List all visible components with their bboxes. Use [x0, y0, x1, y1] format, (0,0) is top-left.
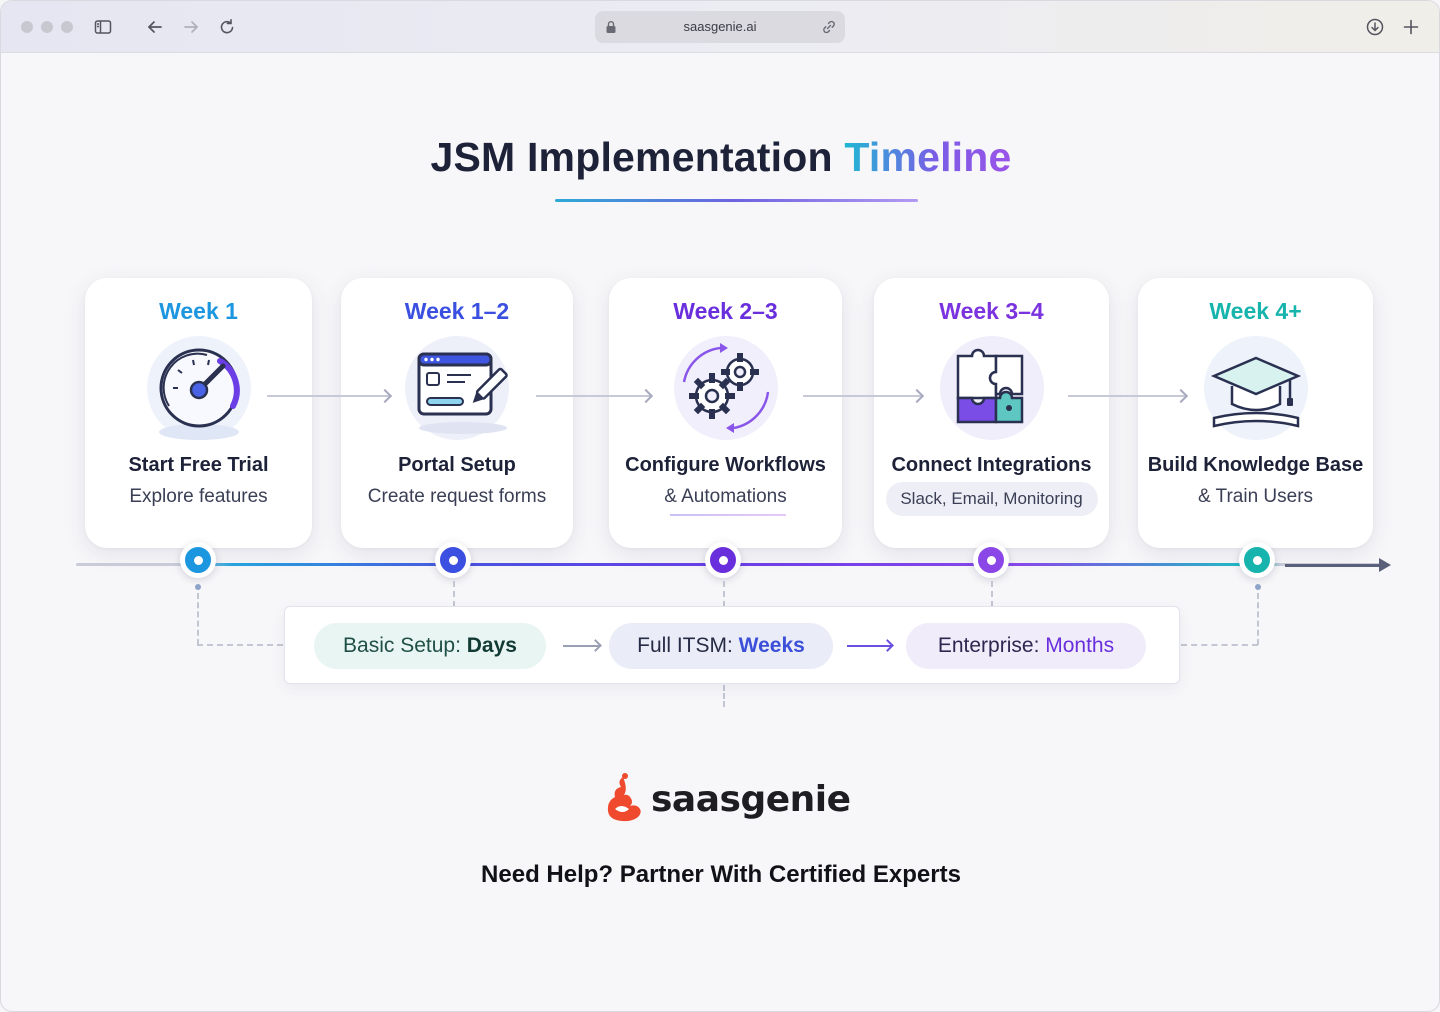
saasgenie-logo[interactable]: saasgenie — [601, 773, 851, 829]
implementation-duration-box: Basic Setup: Days Full ITSM: Weeks Enter… — [284, 606, 1180, 684]
step-subtext: Create request forms — [367, 486, 547, 507]
gears-icon — [670, 336, 782, 444]
link-icon[interactable] — [821, 19, 837, 35]
step-heading: Portal Setup — [398, 454, 516, 476]
step-card-week-4-plus: Week 4+ Build Knowledge Base & Train Use… — [1138, 278, 1373, 548]
brand-wordmark: saasgenie — [651, 779, 851, 820]
step-heading: Configure Workflows — [625, 454, 826, 476]
guide-line — [1181, 644, 1258, 646]
duration-value: Days — [466, 634, 517, 657]
duration-pill-enterprise: Enterprise: Months — [906, 623, 1146, 669]
duration-pill-full-itsm: Full ITSM: Weeks — [609, 623, 833, 669]
window-close-button[interactable] — [21, 21, 33, 33]
step-heading: Connect Integrations — [891, 454, 1092, 476]
guide-line — [723, 685, 725, 707]
step-week-label: Week 1 — [159, 298, 238, 324]
form-pencil-icon — [401, 336, 513, 444]
title-accent: Timeline — [844, 134, 1012, 180]
guide-line — [723, 581, 725, 607]
download-icon[interactable] — [1363, 15, 1387, 39]
guide-dot — [1255, 584, 1261, 590]
timeline-node-week-4-plus — [1239, 542, 1275, 578]
timeline-arrowhead — [1285, 558, 1391, 572]
browser-toolbar: saasgenie.ai — [1, 1, 1439, 53]
step-week-label: Week 3–4 — [939, 298, 1044, 324]
step-subtext: Explore features — [129, 486, 268, 507]
timeline-node-week-3-4 — [973, 542, 1009, 578]
step-week-label: Week 4+ — [1209, 298, 1302, 324]
cta-headline[interactable]: Need Help? Partner With Certified Expert… — [1, 861, 1439, 889]
step-card-week-1: Week 1 Start Free Trial Explore features — [85, 278, 312, 548]
duration-value: Weeks — [738, 634, 805, 657]
step-connector-arrow — [267, 395, 389, 397]
duration-arrow — [847, 645, 891, 647]
timeline-node-week-2-3 — [705, 542, 741, 578]
step-subtext: & Automations — [664, 486, 787, 507]
back-arrow-icon[interactable] — [143, 15, 167, 39]
puzzle-icon — [936, 336, 1048, 444]
duration-arrow — [563, 645, 599, 647]
step-card-week-1-2: Week 1–2 Portal Setup Create request for… — [341, 278, 573, 548]
address-bar[interactable]: saasgenie.ai — [595, 11, 845, 43]
guide-line — [197, 644, 283, 646]
step-heading: Build Knowledge Base — [1147, 454, 1364, 476]
step-heading: Start Free Trial — [128, 454, 269, 476]
step-card-week-3-4: Week 3–4 Connect Integrations Slack, Ema… — [874, 278, 1109, 548]
step-connector-arrow — [803, 395, 921, 397]
step-subtext-pill: Slack, Email, Monitoring — [885, 482, 1098, 516]
duration-label: Basic Setup: — [343, 634, 461, 657]
duration-label: Full ITSM: — [637, 634, 733, 657]
page-title: JSM Implementation Timeline — [1, 134, 1439, 181]
duration-label: Enterprise: — [937, 634, 1040, 657]
graduation-cap-icon — [1200, 336, 1312, 444]
url-text: saasgenie.ai — [683, 19, 757, 34]
window-minimize-button[interactable] — [41, 21, 53, 33]
guide-line — [1257, 593, 1259, 645]
step-subtext-underline — [669, 514, 786, 516]
guide-dot — [195, 584, 201, 590]
reload-icon[interactable] — [215, 15, 239, 39]
guide-line — [453, 581, 455, 607]
step-week-label: Week 2–3 — [673, 298, 778, 324]
guide-line — [991, 581, 993, 607]
title-underline — [555, 199, 918, 202]
duration-value: Months — [1045, 634, 1115, 657]
speedometer-icon — [143, 336, 255, 444]
timeline-node-week-1 — [180, 542, 216, 578]
forward-arrow-icon[interactable] — [179, 15, 203, 39]
browser-window: saasgenie.ai JSM Implementation Timeline… — [0, 0, 1440, 1012]
title-main: JSM Implementation — [430, 134, 833, 180]
step-connector-arrow — [1068, 395, 1185, 397]
sidebar-toggle-icon[interactable] — [91, 15, 115, 39]
guide-line — [197, 593, 199, 645]
step-subtext: & Train Users — [1197, 486, 1314, 507]
step-week-label: Week 1–2 — [404, 298, 510, 324]
window-zoom-button[interactable] — [61, 21, 73, 33]
step-card-week-2-3: Week 2–3 Configure Workflows & Automatio… — [609, 278, 842, 548]
timeline-node-week-1-2 — [435, 542, 471, 578]
step-connector-arrow — [536, 395, 650, 397]
duration-pill-basic: Basic Setup: Days — [314, 623, 546, 669]
plus-icon[interactable] — [1399, 15, 1423, 39]
genie-lamp-icon — [607, 773, 641, 822]
